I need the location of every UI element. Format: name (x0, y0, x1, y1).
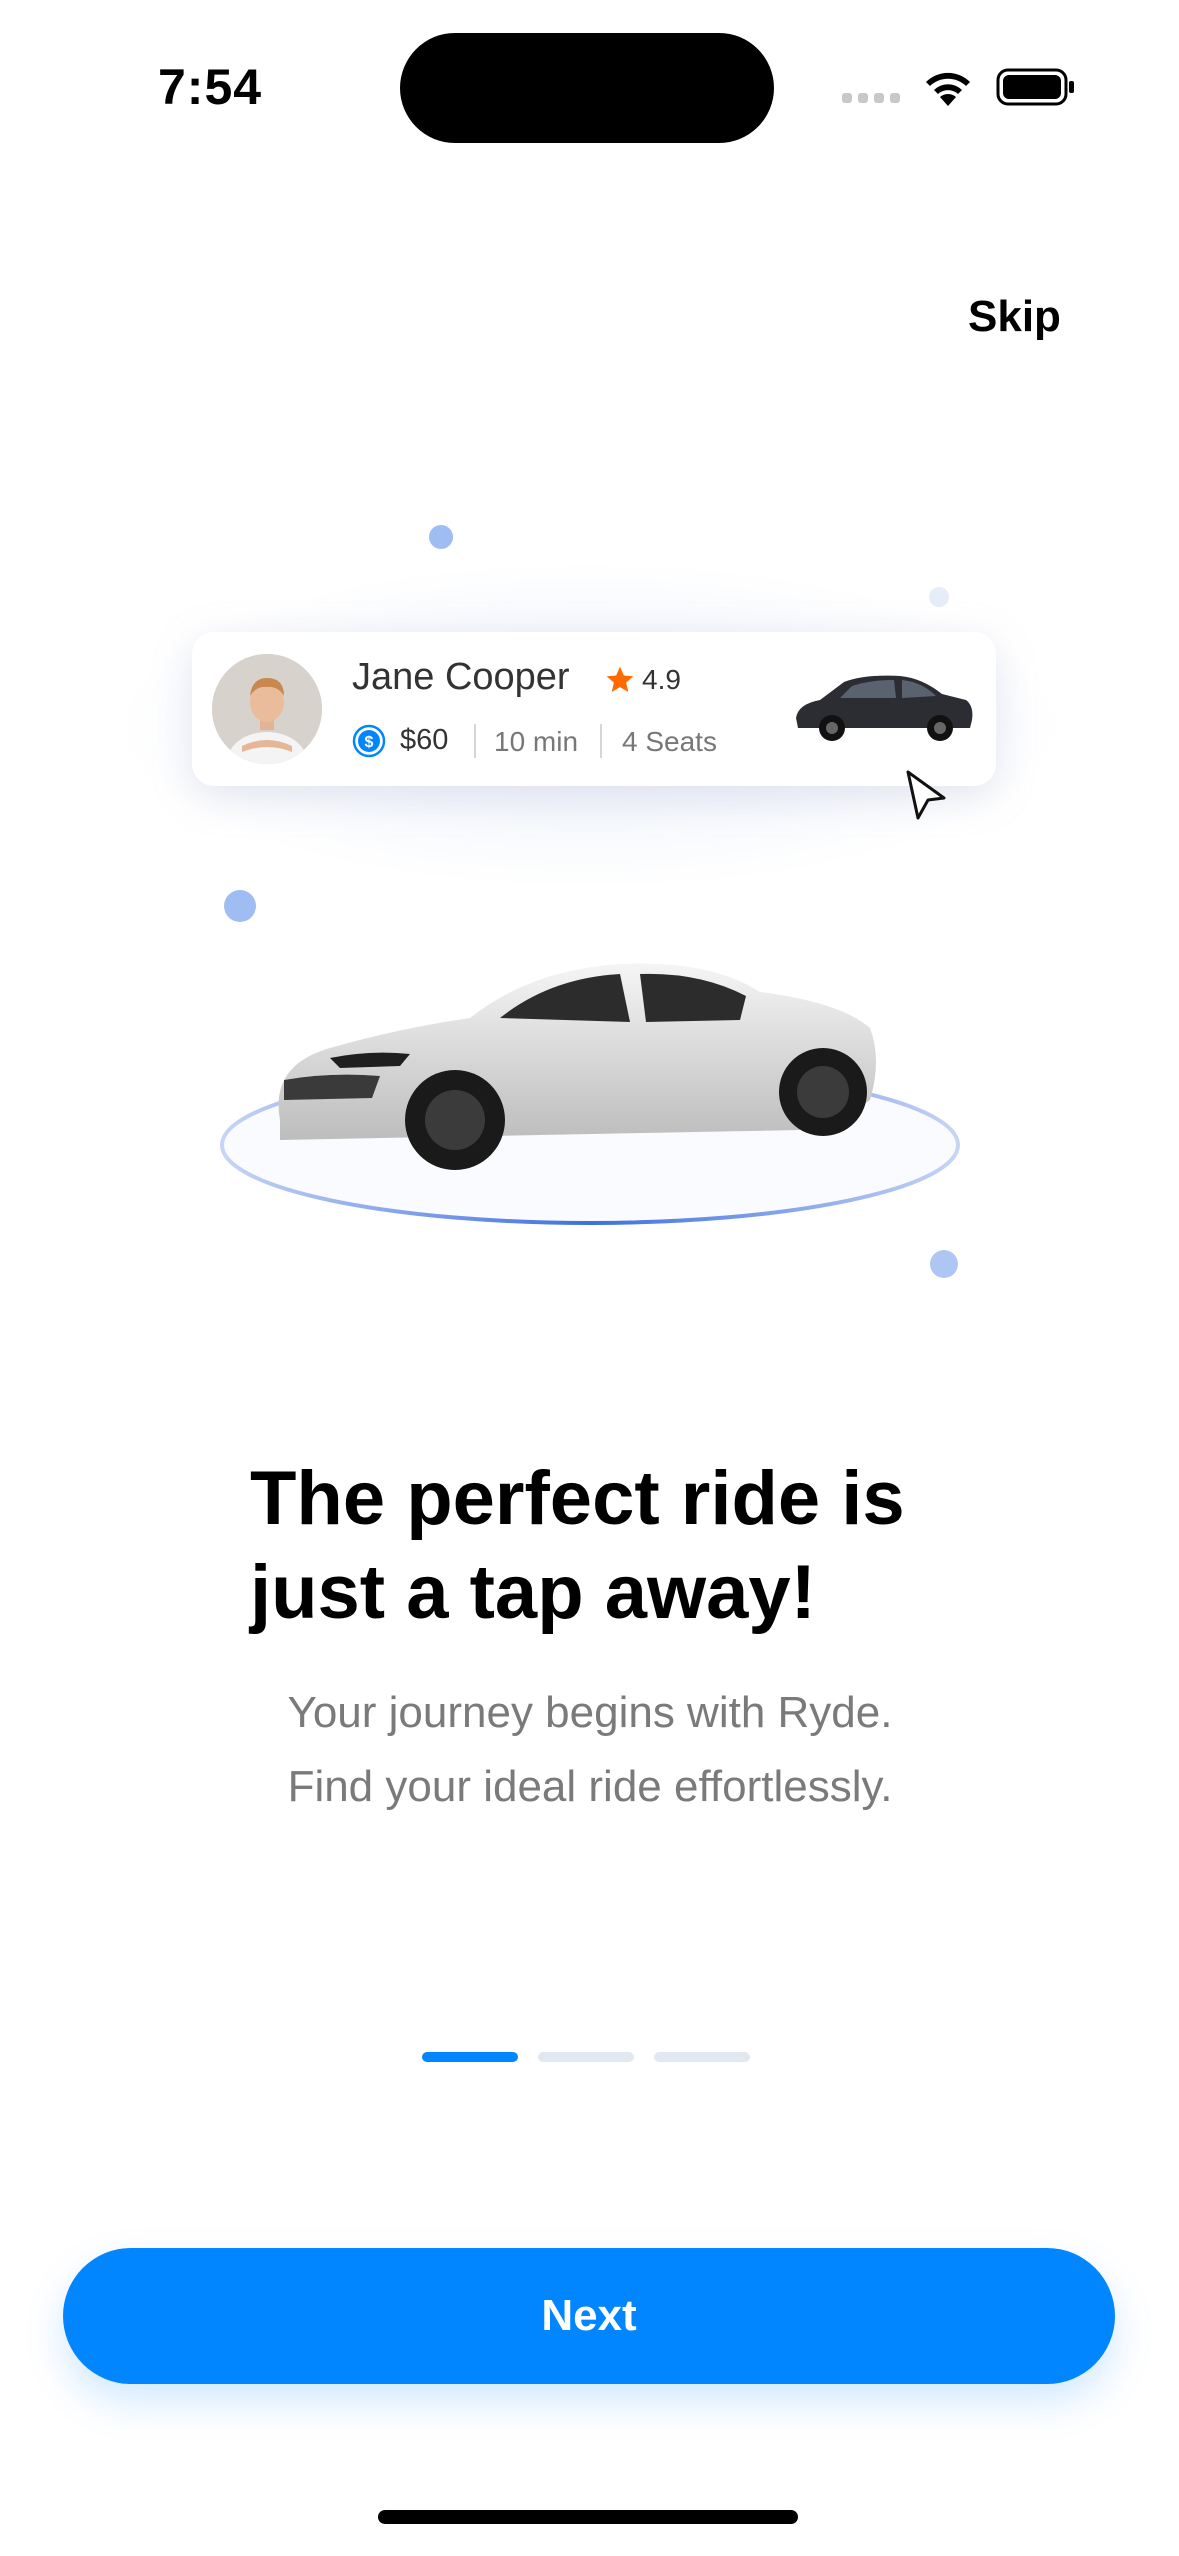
next-button-label: Next (541, 2291, 637, 2340)
svg-text:$: $ (365, 734, 374, 751)
driver-name: Jane Cooper (352, 656, 570, 698)
star-icon (606, 666, 634, 692)
cellular-signal-icon (842, 92, 902, 104)
driver-avatar (212, 654, 322, 764)
page-indicator (538, 2052, 634, 2062)
home-indicator (378, 2510, 798, 2524)
ride-duration: 10 min (494, 726, 579, 757)
page-indicator (654, 2052, 750, 2062)
dollar-icon: $ (352, 724, 386, 758)
title-line: just a tap away! (250, 1550, 816, 1635)
cursor-icon (906, 770, 946, 820)
skip-button[interactable]: Skip (968, 292, 1061, 342)
driver-rating: 4.9 (642, 664, 681, 695)
separator (474, 724, 476, 758)
suv-car-image (796, 675, 973, 741)
decor-dot (929, 587, 949, 607)
page-indicator-active (422, 2052, 518, 2062)
onboarding-title: The perfect ride is just a tap away! (250, 1452, 990, 1640)
dynamic-island (400, 33, 774, 143)
subtitle-line: Find your ideal ride effortlessly. (287, 1762, 893, 1811)
wifi-icon (926, 72, 970, 106)
status-time: 7:54 (158, 59, 263, 115)
onboarding-subtitle: Your journey begins with Ryde. Find your… (180, 1676, 1000, 1824)
separator (600, 724, 602, 758)
next-button[interactable]: Next (63, 2248, 1115, 2384)
decor-dot (429, 525, 453, 549)
title-line: The perfect ride is (250, 1456, 905, 1541)
sedan-car-image (220, 963, 960, 1225)
battery-icon (996, 68, 1074, 106)
decor-dot (224, 890, 256, 922)
subtitle-line: Your journey begins with Ryde. (287, 1688, 893, 1737)
ride-seats: 4 Seats (622, 726, 717, 757)
ride-price: $60 (400, 724, 449, 756)
